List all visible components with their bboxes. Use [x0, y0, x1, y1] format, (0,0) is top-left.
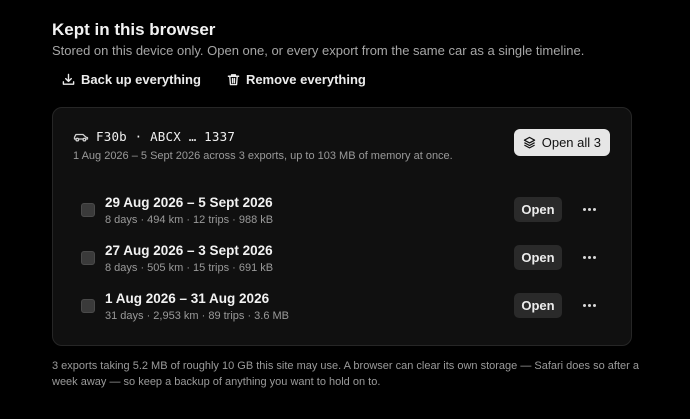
download-icon: [62, 73, 75, 85]
car-header: F30b · ABCX … 1337: [73, 129, 235, 144]
export-checkbox[interactable]: [81, 203, 95, 217]
export-checkbox[interactable]: [81, 251, 95, 265]
layers-icon: [523, 136, 535, 149]
trash-icon: [227, 74, 240, 86]
car-summary: 1 Aug 2026 – 5 Sept 2026 across 3 export…: [73, 150, 453, 162]
export-row: 1 Aug 2026 – 31 Aug 2026 31 days · 2,953…: [53, 286, 633, 326]
backup-button[interactable]: Back up everything: [62, 72, 201, 87]
export-checkbox[interactable]: [81, 299, 95, 313]
export-date-range: 29 Aug 2026 – 5 Sept 2026: [105, 195, 273, 210]
backup-label: Back up everything: [81, 72, 201, 87]
open-export-button[interactable]: Open: [514, 245, 562, 270]
car-name: F30b · ABCX … 1337: [96, 129, 236, 144]
export-row: 29 Aug 2026 – 5 Sept 2026 8 days · 494 k…: [53, 190, 633, 230]
toolbar: Back up everything Remove everything: [62, 72, 366, 87]
more-options-icon[interactable]: [580, 198, 598, 220]
page-title: Kept in this browser: [52, 20, 216, 39]
more-options-icon[interactable]: [580, 246, 598, 268]
car-card: F30b · ABCX … 1337 1 Aug 2026 – 5 Sept 2…: [52, 107, 632, 346]
export-date-range: 1 Aug 2026 – 31 Aug 2026: [105, 291, 270, 306]
open-all-label: Open all 3: [541, 135, 601, 150]
export-date-range: 27 Aug 2026 – 3 Sept 2026: [105, 243, 273, 258]
export-stats: 8 days · 494 km · 12 trips · 988 kB: [105, 214, 274, 226]
page-subtitle: Stored on this device only. Open one, or…: [52, 43, 585, 58]
open-export-button[interactable]: Open: [514, 293, 562, 318]
open-export-button[interactable]: Open: [514, 197, 562, 222]
export-row: 27 Aug 2026 – 3 Sept 2026 8 days · 505 k…: [53, 238, 633, 278]
export-stats: 31 days · 2,953 km · 89 trips · 3.6 MB: [105, 310, 290, 322]
storage-notice: 3 exports taking 5.2 MB of roughly 10 GB…: [52, 360, 639, 388]
car-icon: [73, 133, 89, 142]
remove-all-label: Remove everything: [245, 72, 366, 87]
remove-all-button[interactable]: Remove everything: [227, 72, 366, 87]
more-options-icon[interactable]: [580, 294, 598, 316]
open-all-button[interactable]: Open all 3: [513, 129, 610, 156]
export-stats: 8 days · 505 km · 15 trips · 691 kB: [105, 262, 274, 274]
